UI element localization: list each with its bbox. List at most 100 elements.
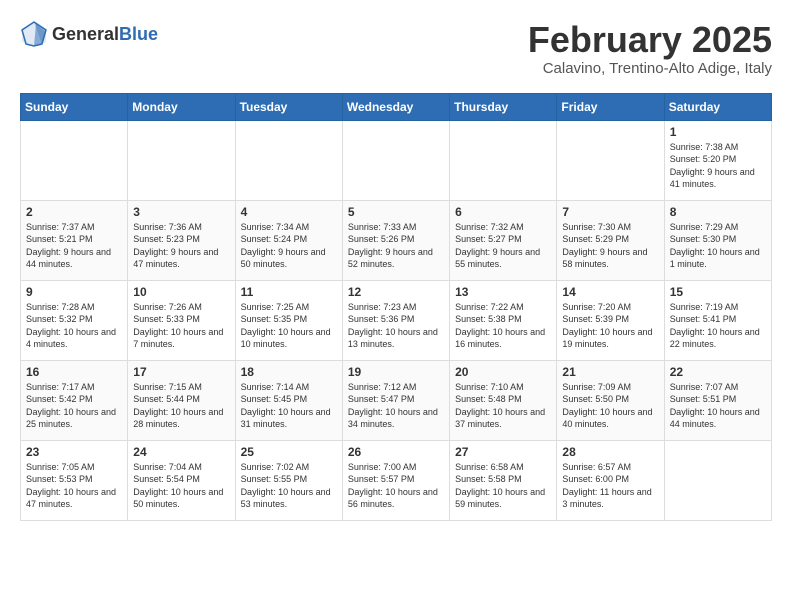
day-number: 23 xyxy=(26,445,122,459)
day-number: 10 xyxy=(133,285,229,299)
day-info: Sunrise: 7:22 AM Sunset: 5:38 PM Dayligh… xyxy=(455,301,551,351)
calendar-day-cell: 24 Sunrise: 7:04 AM Sunset: 5:54 PM Dayli… xyxy=(128,440,235,520)
day-info: Sunrise: 7:09 AM Sunset: 5:50 PM Dayligh… xyxy=(562,381,658,431)
weekday-header-tuesday: Tuesday xyxy=(235,93,342,120)
day-info: Sunrise: 7:25 AM Sunset: 5:35 PM Dayligh… xyxy=(241,301,337,351)
day-info: Sunrise: 7:38 AM Sunset: 5:20 PM Dayligh… xyxy=(670,141,766,191)
calendar-day-cell: 19 Sunrise: 7:12 AM Sunset: 5:47 PM Dayli… xyxy=(342,360,449,440)
day-number: 1 xyxy=(670,125,766,139)
day-number: 16 xyxy=(26,365,122,379)
month-title: February 2025 xyxy=(528,20,772,60)
calendar-day-cell: 28 Sunrise: 6:57 AM Sunset: 6:00 PM Dayli… xyxy=(557,440,664,520)
calendar-empty-cell xyxy=(450,120,557,200)
day-info: Sunrise: 7:29 AM Sunset: 5:30 PM Dayligh… xyxy=(670,221,766,271)
calendar-empty-cell xyxy=(557,120,664,200)
day-info: Sunrise: 7:04 AM Sunset: 5:54 PM Dayligh… xyxy=(133,461,229,511)
day-number: 19 xyxy=(348,365,444,379)
calendar-day-cell: 23 Sunrise: 7:05 AM Sunset: 5:53 PM Dayli… xyxy=(21,440,128,520)
calendar-week-row: 9 Sunrise: 7:28 AM Sunset: 5:32 PM Daylig… xyxy=(21,280,772,360)
day-info: Sunrise: 7:33 AM Sunset: 5:26 PM Dayligh… xyxy=(348,221,444,271)
day-number: 18 xyxy=(241,365,337,379)
calendar-day-cell: 6 Sunrise: 7:32 AM Sunset: 5:27 PM Daylig… xyxy=(450,200,557,280)
calendar-day-cell: 16Sunrise: 7:17 AM Sunset: 5:42 PM Dayli… xyxy=(21,360,128,440)
day-number: 6 xyxy=(455,205,551,219)
day-info: Sunrise: 6:58 AM Sunset: 5:58 PM Dayligh… xyxy=(455,461,551,511)
calendar-day-cell: 18 Sunrise: 7:14 AM Sunset: 5:45 PM Dayli… xyxy=(235,360,342,440)
calendar-week-row: 23 Sunrise: 7:05 AM Sunset: 5:53 PM Dayli… xyxy=(21,440,772,520)
calendar-day-cell: 2Sunrise: 7:37 AM Sunset: 5:21 PM Daylig… xyxy=(21,200,128,280)
day-info: Sunrise: 6:57 AM Sunset: 6:00 PM Dayligh… xyxy=(562,461,658,511)
day-info: Sunrise: 7:23 AM Sunset: 5:36 PM Dayligh… xyxy=(348,301,444,351)
day-info: Sunrise: 7:12 AM Sunset: 5:47 PM Dayligh… xyxy=(348,381,444,431)
calendar-table: SundayMondayTuesdayWednesdayThursdayFrid… xyxy=(20,93,772,521)
calendar-day-cell: 17Sunrise: 7:15 AM Sunset: 5:44 PM Dayli… xyxy=(128,360,235,440)
day-info: Sunrise: 7:28 AM Sunset: 5:32 PM Dayligh… xyxy=(26,301,122,351)
calendar-day-cell: 7 Sunrise: 7:30 AM Sunset: 5:29 PM Daylig… xyxy=(557,200,664,280)
calendar-empty-cell xyxy=(21,120,128,200)
weekday-header-monday: Monday xyxy=(128,93,235,120)
day-info: Sunrise: 7:10 AM Sunset: 5:48 PM Dayligh… xyxy=(455,381,551,431)
calendar-day-cell: 22 Sunrise: 7:07 AM Sunset: 5:51 PM Dayli… xyxy=(664,360,771,440)
day-number: 11 xyxy=(241,285,337,299)
day-number: 22 xyxy=(670,365,766,379)
calendar-day-cell: 13 Sunrise: 7:22 AM Sunset: 5:38 PM Dayli… xyxy=(450,280,557,360)
calendar-week-row: 1 Sunrise: 7:38 AM Sunset: 5:20 PM Daylig… xyxy=(21,120,772,200)
day-number: 20 xyxy=(455,365,551,379)
weekday-header-row: SundayMondayTuesdayWednesdayThursdayFrid… xyxy=(21,93,772,120)
calendar-day-cell: 1 Sunrise: 7:38 AM Sunset: 5:20 PM Daylig… xyxy=(664,120,771,200)
weekday-header-saturday: Saturday xyxy=(664,93,771,120)
day-number: 14 xyxy=(562,285,658,299)
calendar-empty-cell xyxy=(128,120,235,200)
day-number: 4 xyxy=(241,205,337,219)
calendar-day-cell: 26 Sunrise: 7:00 AM Sunset: 5:57 PM Dayli… xyxy=(342,440,449,520)
day-info: Sunrise: 7:02 AM Sunset: 5:55 PM Dayligh… xyxy=(241,461,337,511)
day-number: 26 xyxy=(348,445,444,459)
day-number: 21 xyxy=(562,365,658,379)
calendar-empty-cell xyxy=(235,120,342,200)
day-info: Sunrise: 7:26 AM Sunset: 5:33 PM Dayligh… xyxy=(133,301,229,351)
day-number: 24 xyxy=(133,445,229,459)
calendar-day-cell: 20 Sunrise: 7:10 AM Sunset: 5:48 PM Dayli… xyxy=(450,360,557,440)
logo-text: GeneralBlue xyxy=(52,24,158,45)
calendar-day-cell: 5 Sunrise: 7:33 AM Sunset: 5:26 PM Daylig… xyxy=(342,200,449,280)
location-title: Calavino, Trentino-Alto Adige, Italy xyxy=(528,60,772,77)
calendar-week-row: 2Sunrise: 7:37 AM Sunset: 5:21 PM Daylig… xyxy=(21,200,772,280)
day-number: 3 xyxy=(133,205,229,219)
day-info: Sunrise: 7:32 AM Sunset: 5:27 PM Dayligh… xyxy=(455,221,551,271)
calendar-empty-cell xyxy=(342,120,449,200)
calendar-day-cell: 25 Sunrise: 7:02 AM Sunset: 5:55 PM Dayli… xyxy=(235,440,342,520)
day-info: Sunrise: 7:07 AM Sunset: 5:51 PM Dayligh… xyxy=(670,381,766,431)
day-number: 15 xyxy=(670,285,766,299)
header: GeneralBlue February 2025 Calavino, Tren… xyxy=(20,20,772,77)
weekday-header-thursday: Thursday xyxy=(450,93,557,120)
day-number: 12 xyxy=(348,285,444,299)
day-info: Sunrise: 7:34 AM Sunset: 5:24 PM Dayligh… xyxy=(241,221,337,271)
calendar-day-cell: 10 Sunrise: 7:26 AM Sunset: 5:33 PM Dayli… xyxy=(128,280,235,360)
day-info: Sunrise: 7:05 AM Sunset: 5:53 PM Dayligh… xyxy=(26,461,122,511)
logo-icon xyxy=(20,20,48,48)
day-number: 7 xyxy=(562,205,658,219)
weekday-header-sunday: Sunday xyxy=(21,93,128,120)
calendar-day-cell: 27 Sunrise: 6:58 AM Sunset: 5:58 PM Dayli… xyxy=(450,440,557,520)
day-info: Sunrise: 7:30 AM Sunset: 5:29 PM Dayligh… xyxy=(562,221,658,271)
day-number: 9 xyxy=(26,285,122,299)
calendar-day-cell: 21 Sunrise: 7:09 AM Sunset: 5:50 PM Dayli… xyxy=(557,360,664,440)
day-number: 25 xyxy=(241,445,337,459)
calendar-day-cell: 11 Sunrise: 7:25 AM Sunset: 5:35 PM Dayli… xyxy=(235,280,342,360)
day-number: 13 xyxy=(455,285,551,299)
logo: GeneralBlue xyxy=(20,20,158,48)
calendar-day-cell: 12 Sunrise: 7:23 AM Sunset: 5:36 PM Dayli… xyxy=(342,280,449,360)
calendar-empty-cell xyxy=(664,440,771,520)
day-info: Sunrise: 7:00 AM Sunset: 5:57 PM Dayligh… xyxy=(348,461,444,511)
day-number: 2 xyxy=(26,205,122,219)
day-info: Sunrise: 7:14 AM Sunset: 5:45 PM Dayligh… xyxy=(241,381,337,431)
day-number: 28 xyxy=(562,445,658,459)
calendar-day-cell: 15 Sunrise: 7:19 AM Sunset: 5:41 PM Dayli… xyxy=(664,280,771,360)
title-area: February 2025 Calavino, Trentino-Alto Ad… xyxy=(528,20,772,77)
day-number: 8 xyxy=(670,205,766,219)
day-info: Sunrise: 7:20 AM Sunset: 5:39 PM Dayligh… xyxy=(562,301,658,351)
day-info: Sunrise: 7:19 AM Sunset: 5:41 PM Dayligh… xyxy=(670,301,766,351)
day-number: 5 xyxy=(348,205,444,219)
weekday-header-friday: Friday xyxy=(557,93,664,120)
day-number: 27 xyxy=(455,445,551,459)
